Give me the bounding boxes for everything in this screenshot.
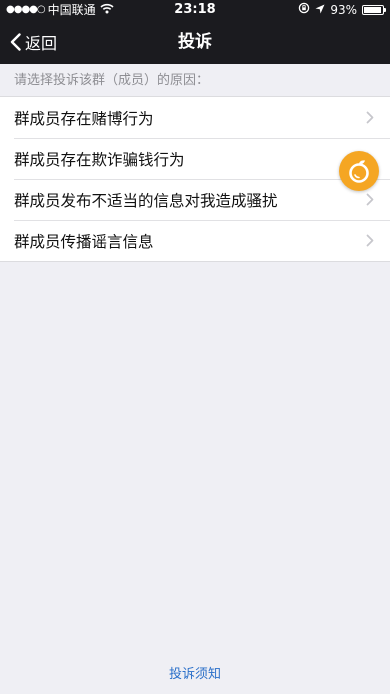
reason-item-fraud[interactable]: 群成员存在欺诈骗钱行为 — [0, 138, 390, 179]
complaint-notice-link[interactable]: 投诉须知 — [0, 663, 390, 682]
battery-percent: 93% — [330, 3, 357, 17]
reason-prompt: 请选择投诉该群（成员）的原因： — [14, 73, 210, 88]
battery-icon — [362, 5, 386, 15]
reason-item-rumors[interactable]: 群成员传播谣言信息 — [0, 220, 390, 261]
status-right: 93% — [293, 0, 386, 20]
chevron-right-icon — [366, 234, 374, 247]
page-title: 投诉 — [178, 32, 212, 52]
status-bar: ●●●●○ 中国联通 23:18 93% — [0, 0, 390, 20]
reason-list: 群成员存在赌博行为 群成员存在欺诈骗钱行为 群成员发布不适当的信息对我造成骚扰 … — [0, 96, 390, 262]
battery-fill — [364, 7, 381, 13]
navigation-bar: 返回 投诉 — [0, 20, 390, 64]
chevron-right-icon — [366, 193, 374, 206]
reason-item-gambling[interactable]: 群成员存在赌博行为 — [0, 97, 390, 138]
floating-assistant-button[interactable] — [339, 151, 379, 191]
orange-fruit-icon — [349, 160, 369, 183]
top-bar: ●●●●○ 中国联通 23:18 93% 返回 投诉 — [0, 0, 390, 64]
chevron-right-icon — [366, 111, 374, 124]
reason-item-harassment[interactable]: 群成员发布不适当的信息对我造成骚扰 — [0, 179, 390, 220]
location-arrow-icon — [315, 0, 325, 20]
reason-label: 群成员存在赌博行为 — [14, 109, 154, 128]
reason-label: 群成员存在欺诈骗钱行为 — [14, 150, 185, 169]
reason-label: 群成员传播谣言信息 — [14, 232, 154, 251]
rotation-lock-icon — [298, 0, 310, 20]
reason-label: 群成员发布不适当的信息对我造成骚扰 — [14, 191, 278, 210]
